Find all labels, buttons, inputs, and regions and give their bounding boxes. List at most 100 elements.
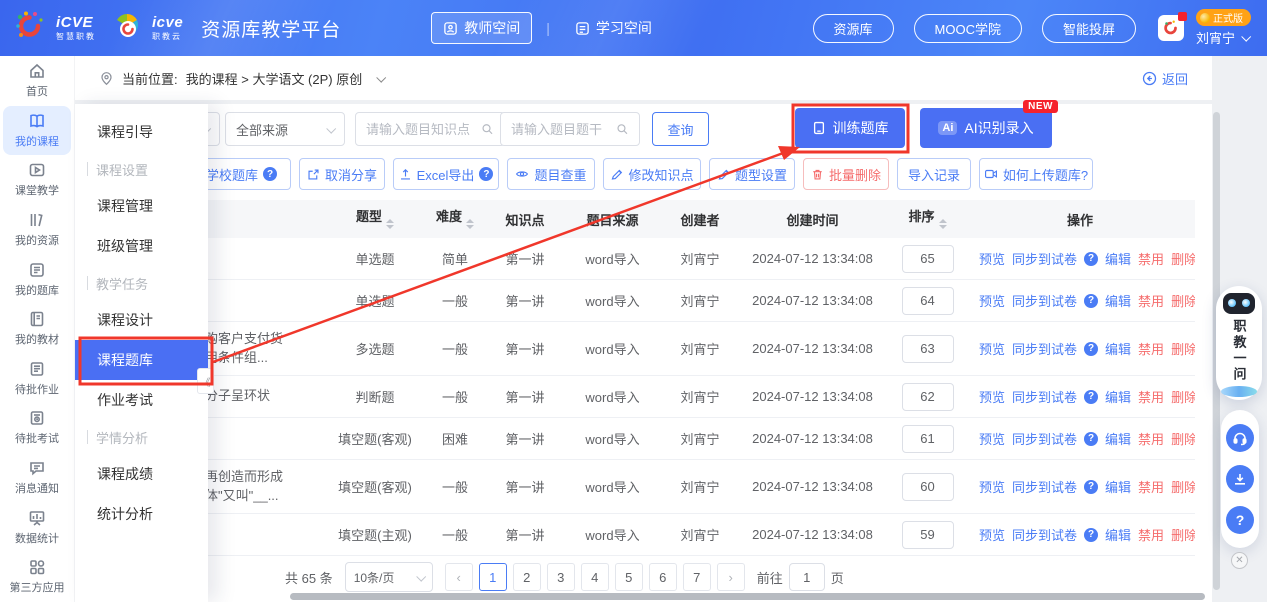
order-input[interactable]: [902, 245, 954, 273]
delete-link[interactable]: 删除: [1171, 339, 1195, 358]
edit-link[interactable]: 编辑: [1105, 429, 1131, 448]
support-headset-icon[interactable]: [1226, 424, 1254, 452]
sync-to-paper-link[interactable]: 同步到试卷: [1012, 249, 1077, 268]
page-button[interactable]: 2: [513, 563, 541, 591]
menu-item-course-question-bank[interactable]: 课程题库: [75, 340, 208, 380]
mooc-button[interactable]: MOOC学院: [914, 14, 1022, 43]
chevron-down-icon[interactable]: [376, 72, 386, 82]
page-button[interactable]: 3: [547, 563, 575, 591]
sync-to-paper-link[interactable]: 同步到试卷: [1012, 525, 1077, 544]
help-question-icon[interactable]: ?: [1226, 506, 1254, 534]
download-icon[interactable]: [1226, 465, 1254, 493]
order-input[interactable]: [902, 473, 954, 501]
help-icon[interactable]: ?: [1084, 432, 1098, 446]
delete-link[interactable]: 删除: [1171, 525, 1195, 544]
horizontal-scrollbar[interactable]: [290, 593, 1205, 600]
delete-link[interactable]: 删除: [1171, 429, 1195, 448]
preview-link[interactable]: 预览: [979, 525, 1005, 544]
menu-item-statistic-analysis[interactable]: 统计分析: [75, 494, 208, 534]
menu-item-course-grades[interactable]: 课程成绩: [75, 454, 208, 494]
page-button[interactable]: 4: [581, 563, 609, 591]
menu-item-course-guide[interactable]: 课程引导: [75, 112, 208, 152]
preview-link[interactable]: 预览: [979, 429, 1005, 448]
source-select[interactable]: 全部来源: [225, 112, 345, 146]
order-input[interactable]: [902, 383, 954, 411]
how-to-upload-button[interactable]: 如何上传题库?: [979, 158, 1093, 190]
ai-recognize-button[interactable]: Ai AI识别录入 NEW: [920, 108, 1052, 148]
student-space-tab[interactable]: 学习空间: [564, 13, 663, 43]
search-icon[interactable]: [616, 122, 629, 136]
check-duplicate-button[interactable]: 题目查重: [507, 158, 595, 190]
disable-link[interactable]: 禁用: [1138, 339, 1164, 358]
sidebar-item-classroom[interactable]: 课堂教学: [0, 155, 74, 205]
import-record-button[interactable]: 导入记录: [897, 158, 971, 190]
close-widget-icon[interactable]: ✕: [1231, 552, 1248, 569]
order-input[interactable]: [902, 287, 954, 315]
breadcrumb-path[interactable]: 我的课程 > 大学语文 (2P) 原创: [186, 69, 363, 88]
next-page-button[interactable]: ›: [717, 563, 745, 591]
sidebar-item-home[interactable]: 首页: [0, 56, 74, 106]
help-icon[interactable]: ?: [1084, 252, 1098, 266]
batch-delete-button[interactable]: 批量删除: [803, 158, 889, 190]
help-icon[interactable]: ?: [1084, 528, 1098, 542]
help-icon[interactable]: ?: [1084, 294, 1098, 308]
teacher-space-tab[interactable]: 教师空间: [431, 12, 532, 44]
help-icon[interactable]: ?: [263, 167, 277, 181]
page-size-select[interactable]: 10条/页: [345, 562, 433, 592]
stem-search-input[interactable]: [511, 122, 616, 137]
question-type-setting-button[interactable]: 题型设置: [709, 158, 795, 190]
page-button[interactable]: 6: [649, 563, 677, 591]
preview-link[interactable]: 预览: [979, 387, 1005, 406]
delete-link[interactable]: 删除: [1171, 477, 1195, 496]
menu-item-class-manage[interactable]: 班级管理: [75, 226, 208, 266]
edit-link[interactable]: 编辑: [1105, 291, 1131, 310]
help-icon[interactable]: ?: [1084, 480, 1098, 494]
disable-link[interactable]: 禁用: [1138, 429, 1164, 448]
sidebar-item-statistics[interactable]: 数据统计: [0, 502, 74, 552]
sync-to-paper-link[interactable]: 同步到试卷: [1012, 339, 1077, 358]
smart-cast-button[interactable]: 智能投屏: [1042, 14, 1136, 43]
sync-to-paper-link[interactable]: 同步到试卷: [1012, 429, 1077, 448]
page-button[interactable]: 5: [615, 563, 643, 591]
help-icon[interactable]: ?: [1084, 342, 1098, 356]
query-button[interactable]: 查询: [652, 112, 709, 146]
page-button[interactable]: 7: [683, 563, 711, 591]
sidebar-item-my-textbooks[interactable]: 我的教材: [0, 304, 74, 354]
sync-to-paper-link[interactable]: 同步到试卷: [1012, 387, 1077, 406]
preview-link[interactable]: 预览: [979, 291, 1005, 310]
resource-lib-button[interactable]: 资源库: [813, 14, 894, 43]
disable-link[interactable]: 禁用: [1138, 387, 1164, 406]
edit-link[interactable]: 编辑: [1105, 339, 1131, 358]
sort-icon[interactable]: [466, 215, 474, 233]
knowledge-search-input[interactable]: [366, 122, 481, 137]
edit-link[interactable]: 编辑: [1105, 525, 1131, 544]
sidebar-item-pending-exams[interactable]: 待批考试: [0, 403, 74, 453]
order-input[interactable]: [902, 335, 954, 363]
sync-to-paper-link[interactable]: 同步到试卷: [1012, 291, 1077, 310]
menu-item-homework-exam[interactable]: 作业考试: [75, 380, 208, 420]
page-button[interactable]: 1: [479, 563, 507, 591]
sort-icon[interactable]: [939, 215, 947, 233]
search-icon[interactable]: [481, 122, 494, 136]
disable-link[interactable]: 禁用: [1138, 477, 1164, 496]
sidebar-item-messages[interactable]: 消息通知: [0, 453, 74, 503]
preview-link[interactable]: 预览: [979, 477, 1005, 496]
app-shortcut-icon[interactable]: [1158, 15, 1184, 41]
order-input[interactable]: [902, 425, 954, 453]
train-bank-button[interactable]: 训练题库: [795, 108, 905, 148]
sync-to-paper-link[interactable]: 同步到试卷: [1012, 477, 1077, 496]
excel-export-button[interactable]: Excel导出?: [393, 158, 499, 190]
disable-link[interactable]: 禁用: [1138, 249, 1164, 268]
preview-link[interactable]: 预览: [979, 249, 1005, 268]
preview-link[interactable]: 预览: [979, 339, 1005, 358]
cancel-share-button[interactable]: 取消分享: [299, 158, 385, 190]
sort-icon[interactable]: [386, 215, 394, 233]
edit-link[interactable]: 编辑: [1105, 387, 1131, 406]
edit-link[interactable]: 编辑: [1105, 477, 1131, 496]
help-icon[interactable]: ?: [479, 167, 493, 181]
sidebar-item-my-courses[interactable]: 我的课程: [3, 106, 71, 156]
goto-page-input[interactable]: [789, 563, 825, 591]
user-menu[interactable]: 正式版 刘宵宁: [1196, 9, 1251, 47]
sidebar-item-my-resources[interactable]: 我的资源: [0, 205, 74, 255]
assistant-capsule[interactable]: 职教一问: [1216, 286, 1262, 400]
